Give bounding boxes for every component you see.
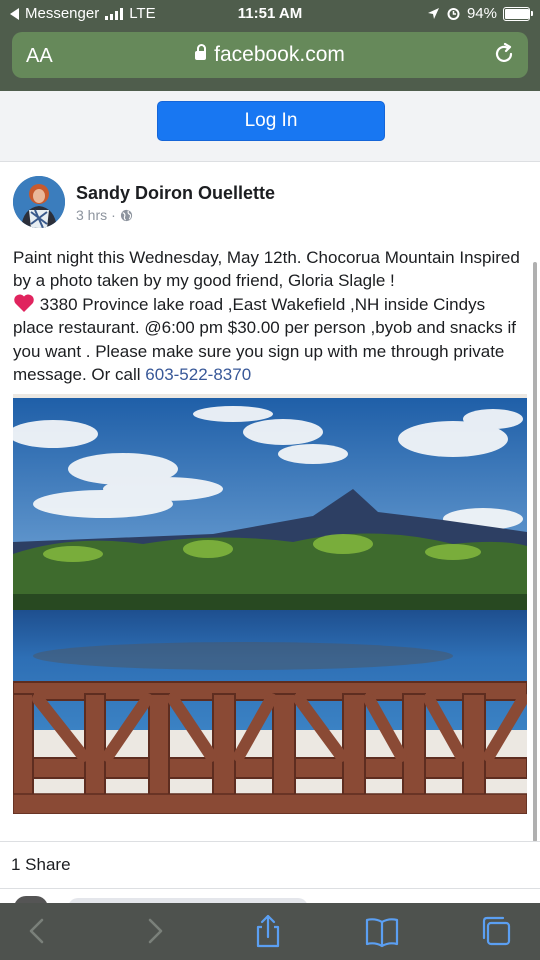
address-bar[interactable]: AA facebook.com: [12, 32, 528, 78]
battery-percent: 94%: [466, 5, 497, 22]
reload-icon[interactable]: [492, 42, 516, 66]
login-banner: Log In: [0, 91, 540, 162]
battery-icon: [503, 6, 533, 21]
alarm-icon: [447, 8, 460, 20]
tabs-icon[interactable]: [478, 913, 514, 949]
post-body: Paint night this Wednesday, May 12th. Ch…: [13, 246, 528, 386]
author-name[interactable]: Sandy Doiron Ouellette: [76, 183, 275, 204]
location-icon: [427, 8, 439, 19]
domain-label: facebook.com: [214, 43, 345, 66]
share-count[interactable]: 1 Share: [11, 855, 71, 875]
status-bar: Messenger LTE 11:51 AM 94%: [0, 0, 540, 28]
page-scrollbar[interactable]: [533, 262, 537, 842]
browser-chrome: Messenger LTE 11:51 AM 94% AA facebook.c…: [0, 0, 540, 91]
post-meta: 3 hrs ·: [76, 207, 133, 223]
divider: [0, 888, 540, 889]
author-avatar[interactable]: [13, 176, 65, 228]
public-globe-icon: [120, 209, 132, 221]
avatar-image: [13, 176, 65, 228]
post-photo[interactable]: [13, 394, 527, 814]
log-in-button[interactable]: Log In: [157, 101, 385, 141]
post-time[interactable]: 3 hrs: [76, 207, 107, 223]
forward-icon[interactable]: [136, 913, 172, 949]
back-icon[interactable]: [20, 913, 56, 949]
browser-toolbar: [0, 903, 540, 960]
post-text-line1: Paint night this Wednesday, May 12th. Ch…: [13, 248, 520, 291]
post-text-line2: 3380 Province lake road ,East Wakefield …: [13, 294, 517, 385]
url-display[interactable]: facebook.com: [12, 43, 528, 67]
meta-separator: ·: [111, 207, 116, 223]
divider: [0, 841, 540, 842]
status-right: 94%: [427, 5, 533, 22]
lock-icon: [195, 44, 207, 60]
phone-link[interactable]: 603-522-8370: [145, 365, 251, 384]
bookmarks-icon[interactable]: [364, 913, 400, 949]
share-icon[interactable]: [250, 913, 286, 949]
red-heart-emoji-icon: [14, 294, 34, 312]
